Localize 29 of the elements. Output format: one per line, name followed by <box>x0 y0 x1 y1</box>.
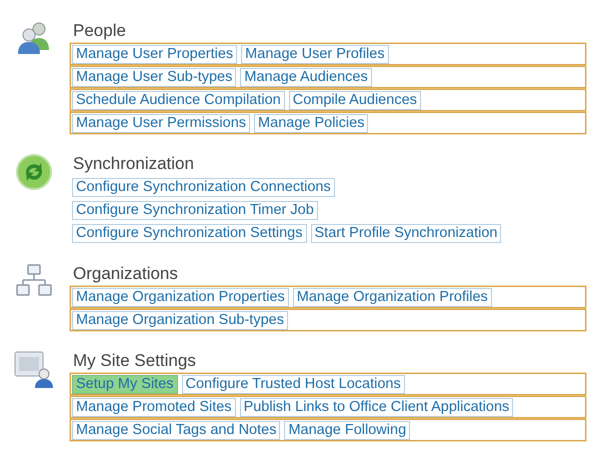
link[interactable]: Manage Organization Profiles <box>292 288 492 306</box>
sync-icon <box>15 153 53 191</box>
site-user-icon <box>14 350 54 388</box>
link[interactable]: Manage User Profiles <box>241 44 389 64</box>
link[interactable]: Manage User Sub-types <box>72 68 236 86</box>
link[interactable]: Start Profile Synchronization <box>310 224 502 242</box>
link[interactable]: Configure Synchronization Settings <box>72 224 306 242</box>
link[interactable]: Schedule Audience Compilation <box>72 90 285 110</box>
link[interactable]: Publish Links to Office Client Applications <box>240 398 514 416</box>
link[interactable]: Configure Synchronization Connections <box>72 178 335 196</box>
link[interactable]: Manage Organization Properties <box>72 288 289 306</box>
people-icon <box>16 20 52 56</box>
section-title: Organizations <box>73 263 179 285</box>
link[interactable]: Setup My Sites <box>72 374 178 394</box>
section-title: My Site Settings <box>73 350 197 372</box>
org-chart-icon <box>16 263 52 299</box>
link[interactable]: Manage Social Tags and Notes <box>72 420 280 440</box>
section-title: People <box>73 20 127 42</box>
link[interactable]: Manage Following <box>284 420 410 440</box>
link[interactable]: Configure Synchronization Timer Job <box>72 200 318 220</box>
link[interactable]: Manage Organization Sub-types <box>72 310 288 330</box>
link[interactable]: Manage User Permissions <box>72 114 250 132</box>
link[interactable]: Manage Audiences <box>240 68 372 86</box>
section-title: Synchronization <box>73 153 195 175</box>
link[interactable]: Manage Policies <box>254 114 368 132</box>
link[interactable]: Manage User Properties <box>72 44 238 64</box>
link[interactable]: Compile Audiences <box>288 90 421 110</box>
link[interactable]: Manage Promoted Sites <box>72 398 236 416</box>
link[interactable]: Configure Trusted Host Locations <box>182 374 405 394</box>
